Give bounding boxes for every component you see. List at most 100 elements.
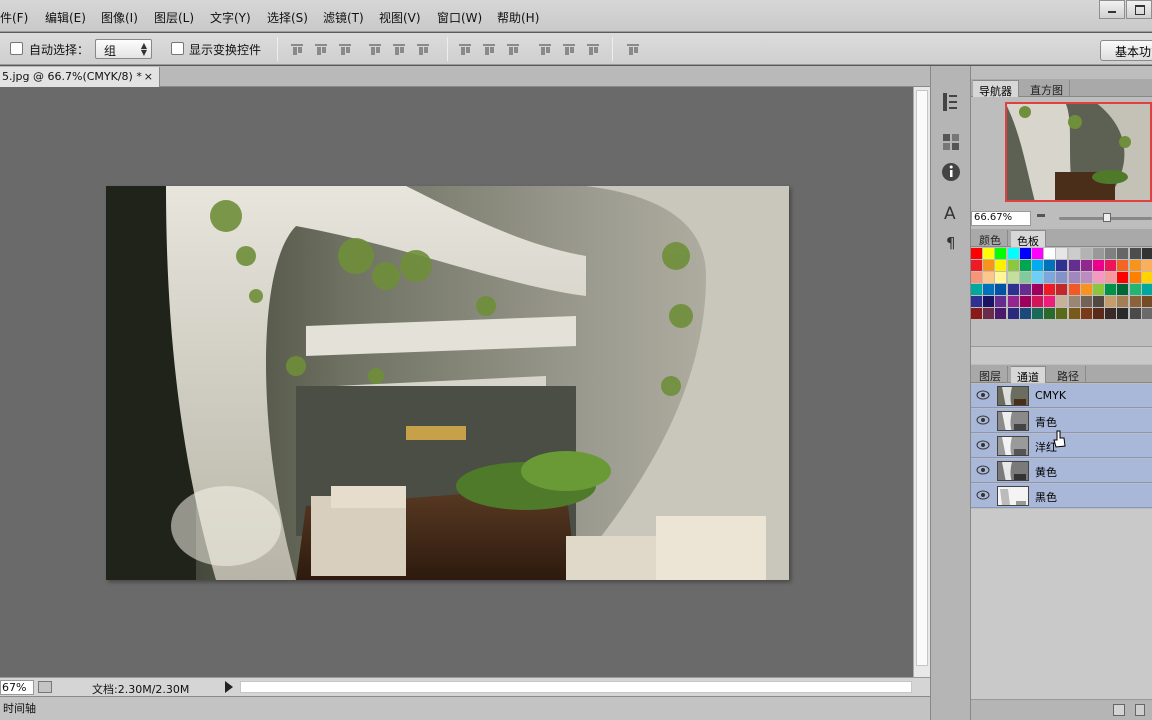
- distribute-hcenter-icon[interactable]: [562, 42, 576, 56]
- color-swatch[interactable]: [1032, 248, 1043, 259]
- color-swatch[interactable]: [1056, 308, 1068, 319]
- color-swatch[interactable]: [1032, 296, 1043, 307]
- color-swatch[interactable]: [983, 296, 995, 307]
- color-swatch[interactable]: [983, 308, 995, 319]
- color-swatch[interactable]: [1032, 260, 1043, 271]
- color-swatch[interactable]: [1117, 308, 1129, 319]
- color-swatch[interactable]: [1007, 296, 1019, 307]
- color-swatch[interactable]: [1044, 248, 1056, 259]
- color-swatch[interactable]: [1056, 260, 1068, 271]
- character-icon[interactable]: A: [939, 200, 963, 224]
- color-swatch[interactable]: [971, 260, 982, 271]
- color-swatch[interactable]: [983, 260, 995, 271]
- swatch-grid[interactable]: [971, 248, 1152, 334]
- auto-select-dropdown[interactable]: 组 ▲ ▼: [95, 39, 152, 59]
- workspace-button[interactable]: 基本功能: [1100, 40, 1152, 61]
- color-swatch[interactable]: [995, 284, 1007, 295]
- tab-color[interactable]: 颜色: [973, 230, 1008, 247]
- show-transform-checkbox[interactable]: [171, 42, 184, 55]
- color-swatch[interactable]: [1056, 284, 1068, 295]
- color-swatch[interactable]: [1129, 308, 1141, 319]
- color-swatch[interactable]: [1141, 248, 1152, 259]
- color-swatch[interactable]: [1141, 296, 1152, 307]
- channel-row-black[interactable]: 黑色: [971, 484, 1152, 508]
- color-swatch[interactable]: [1093, 296, 1104, 307]
- color-swatch[interactable]: [1019, 296, 1031, 307]
- horizontal-scrollbar[interactable]: [240, 681, 912, 693]
- menu-type[interactable]: 文字(Y): [210, 9, 251, 26]
- color-swatch[interactable]: [1032, 272, 1043, 283]
- properties-icon[interactable]: [939, 130, 963, 154]
- close-tab-icon[interactable]: ×: [144, 70, 153, 83]
- history-icon[interactable]: [939, 90, 963, 114]
- paragraph-icon[interactable]: ¶: [939, 230, 963, 254]
- color-swatch[interactable]: [971, 284, 982, 295]
- color-swatch[interactable]: [1080, 296, 1092, 307]
- color-swatch[interactable]: [1105, 308, 1117, 319]
- color-swatch[interactable]: [1093, 260, 1104, 271]
- eye-icon[interactable]: [976, 389, 990, 401]
- color-swatch[interactable]: [1019, 272, 1031, 283]
- color-swatch[interactable]: [1080, 308, 1092, 319]
- info-icon[interactable]: [939, 160, 963, 184]
- color-swatch[interactable]: [1068, 284, 1080, 295]
- vertical-scrollbar[interactable]: [913, 87, 930, 677]
- color-swatch[interactable]: [1032, 308, 1043, 319]
- navigator-zoom-handle[interactable]: [1103, 213, 1111, 222]
- minimize-button[interactable]: [1099, 0, 1125, 19]
- menu-image[interactable]: 图像(I): [101, 9, 138, 26]
- menu-view[interactable]: 视图(V): [379, 9, 421, 26]
- align-vcenter-icon[interactable]: [314, 42, 328, 56]
- status-menu-arrow-icon[interactable]: [225, 681, 233, 693]
- color-swatch[interactable]: [1117, 260, 1129, 271]
- color-swatch[interactable]: [1129, 272, 1141, 283]
- auto-select-checkbox[interactable]: [10, 42, 23, 55]
- eye-icon[interactable]: [976, 464, 990, 476]
- color-swatch[interactable]: [1129, 248, 1141, 259]
- color-swatch[interactable]: [1007, 308, 1019, 319]
- color-swatch[interactable]: [1129, 296, 1141, 307]
- color-swatch[interactable]: [971, 248, 982, 259]
- color-swatch[interactable]: [1080, 260, 1092, 271]
- color-swatch[interactable]: [995, 272, 1007, 283]
- color-swatch[interactable]: [1080, 248, 1092, 259]
- scroll-thumb[interactable]: [916, 90, 928, 666]
- color-swatch[interactable]: [995, 260, 1007, 271]
- delete-channel-icon[interactable]: [1135, 704, 1145, 716]
- tab-swatches[interactable]: 色板: [1011, 230, 1046, 248]
- color-swatch[interactable]: [983, 272, 995, 283]
- color-swatch[interactable]: [1068, 260, 1080, 271]
- align-right-icon[interactable]: [416, 42, 430, 56]
- menu-filter[interactable]: 滤镜(T): [323, 9, 364, 26]
- color-swatch[interactable]: [1019, 248, 1031, 259]
- export-icon[interactable]: [38, 681, 52, 693]
- distribute-top-icon[interactable]: [458, 42, 472, 56]
- color-swatch[interactable]: [1068, 248, 1080, 259]
- document-tab[interactable]: 5.jpg @ 66.7%(CMYK/8) * ×: [0, 67, 160, 87]
- color-swatch[interactable]: [1093, 248, 1104, 259]
- color-swatch[interactable]: [1129, 260, 1141, 271]
- color-swatch[interactable]: [1019, 308, 1031, 319]
- color-swatch[interactable]: [1019, 260, 1031, 271]
- align-bottom-icon[interactable]: [338, 42, 352, 56]
- color-swatch[interactable]: [1044, 308, 1056, 319]
- tab-paths[interactable]: 路径: [1051, 366, 1086, 383]
- eye-icon[interactable]: [976, 439, 990, 451]
- tab-navigator[interactable]: 导航器: [973, 80, 1019, 98]
- color-swatch[interactable]: [1068, 272, 1080, 283]
- color-swatch[interactable]: [1032, 284, 1043, 295]
- color-swatch[interactable]: [1105, 248, 1117, 259]
- color-swatch[interactable]: [1105, 284, 1117, 295]
- color-swatch[interactable]: [1080, 272, 1092, 283]
- color-swatch[interactable]: [1117, 284, 1129, 295]
- document-image[interactable]: [106, 186, 789, 580]
- distribute-right-icon[interactable]: [586, 42, 600, 56]
- color-swatch[interactable]: [971, 296, 982, 307]
- color-swatch[interactable]: [1117, 248, 1129, 259]
- align-hcenter-icon[interactable]: [392, 42, 406, 56]
- eye-icon[interactable]: [976, 489, 990, 501]
- color-swatch[interactable]: [971, 308, 982, 319]
- color-swatch[interactable]: [1044, 260, 1056, 271]
- color-swatch[interactable]: [1105, 296, 1117, 307]
- color-swatch[interactable]: [995, 308, 1007, 319]
